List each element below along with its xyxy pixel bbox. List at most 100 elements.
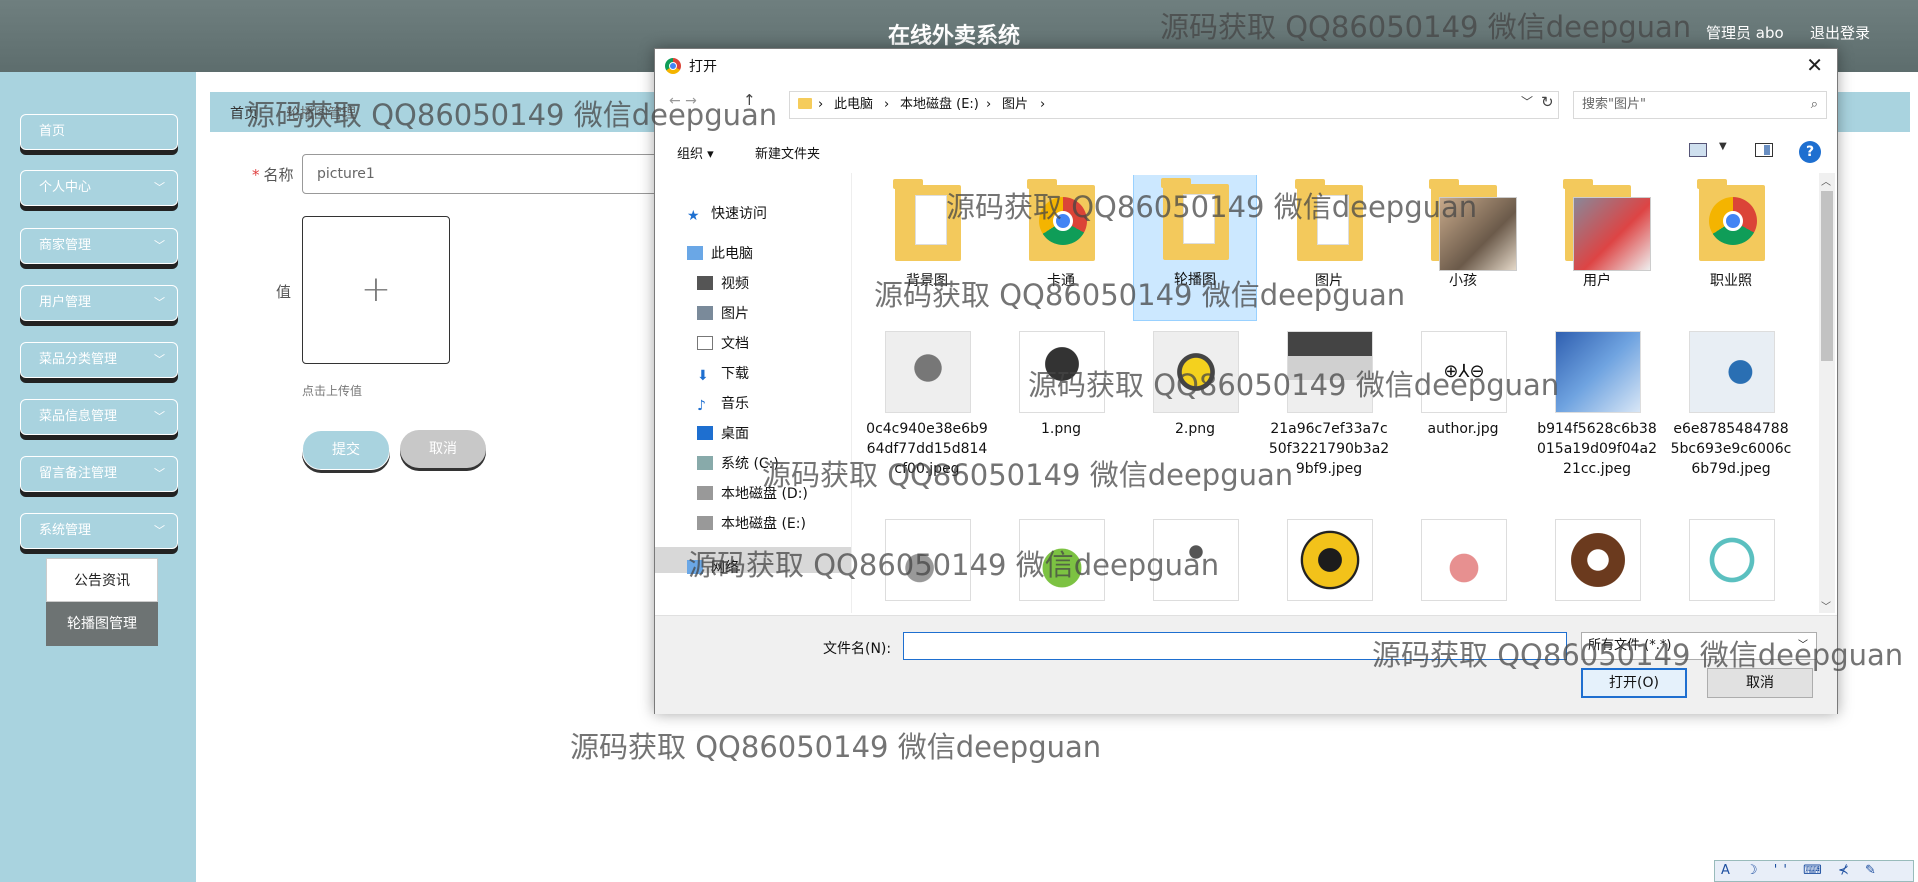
chevron-down-icon: ﹀	[154, 353, 165, 366]
image-thumbnail	[885, 519, 971, 601]
ime-toolbar[interactable]: A ☽ '' ⌨ ⊀ ✎	[1714, 860, 1914, 882]
image-thumbnail	[1287, 519, 1373, 601]
chrome-icon	[1709, 197, 1757, 245]
address-segment[interactable]: 本地磁盘 (E:)	[900, 92, 979, 118]
refresh-icon[interactable]: ↻	[1541, 93, 1554, 111]
filetype-select[interactable]: 所有文件 (*.*) ﹀	[1581, 632, 1817, 660]
open-button[interactable]: 打开(O)	[1581, 668, 1687, 698]
image-thumbnail: ⊕⅄⊖	[1421, 331, 1507, 413]
submit-button[interactable]: 提交	[302, 430, 390, 470]
file-item-folder[interactable]: 卡通	[999, 175, 1123, 291]
sidebar-item-label: 个人中心	[39, 180, 92, 195]
chevron-down-icon[interactable]: ▼	[1719, 141, 1727, 152]
folder-icon	[1429, 179, 1517, 271]
file-item-image[interactable]	[865, 511, 989, 603]
sidebar-item-merchants[interactable]: 商家管理 ﹀	[20, 228, 178, 264]
file-item-image[interactable]: b914f5628c6b38015a19d09f04a221cc.jpeg	[1535, 323, 1659, 479]
sidebar-item-dish-info[interactable]: 菜品信息管理 ﹀	[20, 399, 178, 435]
scroll-down-icon[interactable]: ﹀	[1821, 598, 1831, 613]
nav-item-pictures[interactable]: 图片	[697, 303, 749, 323]
file-item-folder[interactable]: 职业照	[1669, 175, 1793, 291]
file-item-image[interactable]: e6e87854847885bc693e9c6006c6b79d.jpeg	[1669, 323, 1793, 479]
nav-item-quick-access[interactable]: ★ 快速访问	[687, 203, 767, 224]
filename-input[interactable]	[903, 632, 1567, 660]
logout-link[interactable]: 退出登录	[1810, 22, 1870, 43]
file-item-image[interactable]	[1401, 511, 1525, 603]
folder-icon	[1563, 179, 1651, 271]
vertical-scrollbar[interactable]: ︿ ﹀	[1819, 173, 1835, 613]
address-bar[interactable]: › 此电脑 › 本地磁盘 (E:) › 图片 ›	[789, 91, 1559, 119]
image-upload[interactable]: +	[302, 216, 450, 364]
file-item-image[interactable]: 1.png	[999, 323, 1123, 439]
cancel-button[interactable]: 取消	[400, 430, 486, 468]
file-item-image[interactable]: 2.png	[1133, 323, 1257, 439]
file-item-folder[interactable]: 小孩	[1401, 175, 1525, 291]
file-item-folder[interactable]: 背景图	[865, 175, 989, 291]
scrollbar-thumb[interactable]	[1821, 191, 1833, 361]
nav-item-videos[interactable]: 视频	[697, 273, 749, 293]
chevron-right-icon: ›	[986, 97, 992, 112]
nav-item-documents[interactable]: 文档	[697, 333, 749, 353]
watermark: 源码获取 QQ86050149 微信deepguan	[570, 730, 1102, 764]
dialog-footer: 文件名(N): 所有文件 (*.*) ﹀ 打开(O) 取消	[655, 615, 1837, 714]
back-arrow-icon[interactable]: ← →	[669, 93, 697, 109]
chevron-down-icon[interactable]: ﹀	[1521, 93, 1533, 110]
file-item-image[interactable]: 21a96c7ef33a7c50f3221790b3a29bf9.jpeg	[1267, 323, 1391, 479]
video-icon	[697, 276, 713, 290]
nav-item-network[interactable]: 网络	[687, 557, 739, 577]
nav-item-drive-e[interactable]: 本地磁盘 (E:)	[697, 513, 806, 533]
nav-item-desktop[interactable]: 桌面	[697, 423, 749, 443]
sidebar-item-label: 菜品分类管理	[39, 352, 118, 367]
sidebar: 首页 个人中心 ﹀ 商家管理 ﹀ 用户管理 ﹀ 菜品分类管理 ﹀ 菜品信息管理 ﹀ 留言备…	[0, 72, 196, 882]
sidebar-item-home[interactable]: 首页	[20, 114, 178, 150]
file-item-image[interactable]	[1133, 511, 1257, 603]
sidebar-item-label: 用户管理	[39, 295, 92, 310]
file-item-folder[interactable]: 图片	[1267, 175, 1391, 291]
name-input[interactable]: picture1	[302, 154, 662, 194]
submenu-item-announcements[interactable]: 公告资讯	[46, 558, 158, 602]
dialog-cancel-button[interactable]: 取消	[1707, 668, 1813, 698]
sidebar-item-profile[interactable]: 个人中心 ﹀	[20, 170, 178, 206]
help-icon[interactable]: ?	[1799, 141, 1821, 163]
file-item-image[interactable]	[1535, 511, 1659, 603]
nav-item-downloads[interactable]: ⬇ 下载	[697, 363, 749, 384]
preview-pane-icon[interactable]	[1755, 143, 1773, 157]
file-list: 背景图 卡通 轮播图 图片 小孩 用户 职业照 0c4c940e38e6b964…	[865, 175, 1809, 613]
drive-icon	[697, 486, 713, 500]
sidebar-item-label: 留言备注管理	[39, 466, 118, 481]
file-item-image[interactable]: 0c4c940e38e6b964df77dd15d814cf00.jpeg	[865, 323, 989, 479]
file-item-folder[interactable]: 用户	[1535, 175, 1659, 291]
chevron-down-icon: ﹀	[154, 467, 165, 480]
nav-item-drive-d[interactable]: 本地磁盘 (D:)	[697, 483, 808, 503]
new-folder-button[interactable]: 新建文件夹	[755, 143, 820, 162]
sidebar-item-system[interactable]: 系统管理 ﹀	[20, 513, 178, 549]
organize-button[interactable]: 组织 ▾	[677, 143, 714, 162]
file-item-folder-selected[interactable]: 轮播图	[1133, 175, 1257, 321]
address-segment[interactable]: 此电脑	[834, 92, 873, 118]
image-thumbnail	[1019, 519, 1105, 601]
close-icon[interactable]: ✕	[1806, 53, 1823, 77]
search-input[interactable]: 搜索"图片" ⌕	[1573, 91, 1827, 119]
nav-selection-highlight	[655, 547, 851, 573]
scroll-up-icon[interactable]: ︿	[1821, 173, 1831, 188]
file-item-image[interactable]: ⊕⅄⊖ author.jpg	[1401, 323, 1525, 439]
sidebar-item-messages[interactable]: 留言备注管理 ﹀	[20, 456, 178, 492]
submenu-item-carousel[interactable]: 轮播图管理	[46, 602, 158, 646]
system-title: 在线外卖系统	[888, 24, 1021, 49]
image-thumbnail	[1689, 331, 1775, 413]
file-item-image[interactable]	[999, 511, 1123, 603]
nav-item-this-pc[interactable]: 此电脑	[687, 243, 753, 263]
view-icon[interactable]	[1689, 143, 1707, 157]
sidebar-item-users[interactable]: 用户管理 ﹀	[20, 285, 178, 321]
file-item-image[interactable]	[1669, 511, 1793, 603]
file-item-image[interactable]	[1267, 511, 1391, 603]
nav-item-drive-c[interactable]: 系统 (C:)	[697, 453, 779, 473]
breadcrumb-home[interactable]: 首页	[230, 103, 258, 123]
up-arrow-icon[interactable]: ↑	[743, 91, 756, 109]
document-icon	[697, 336, 713, 350]
nav-item-music[interactable]: ♪ 音乐	[697, 393, 749, 414]
sidebar-item-label: 商家管理	[39, 238, 92, 253]
address-segment[interactable]: 图片	[1002, 92, 1028, 118]
chevron-down-icon: ﹀	[1798, 640, 1808, 651]
sidebar-item-dish-category[interactable]: 菜品分类管理 ﹀	[20, 342, 178, 378]
